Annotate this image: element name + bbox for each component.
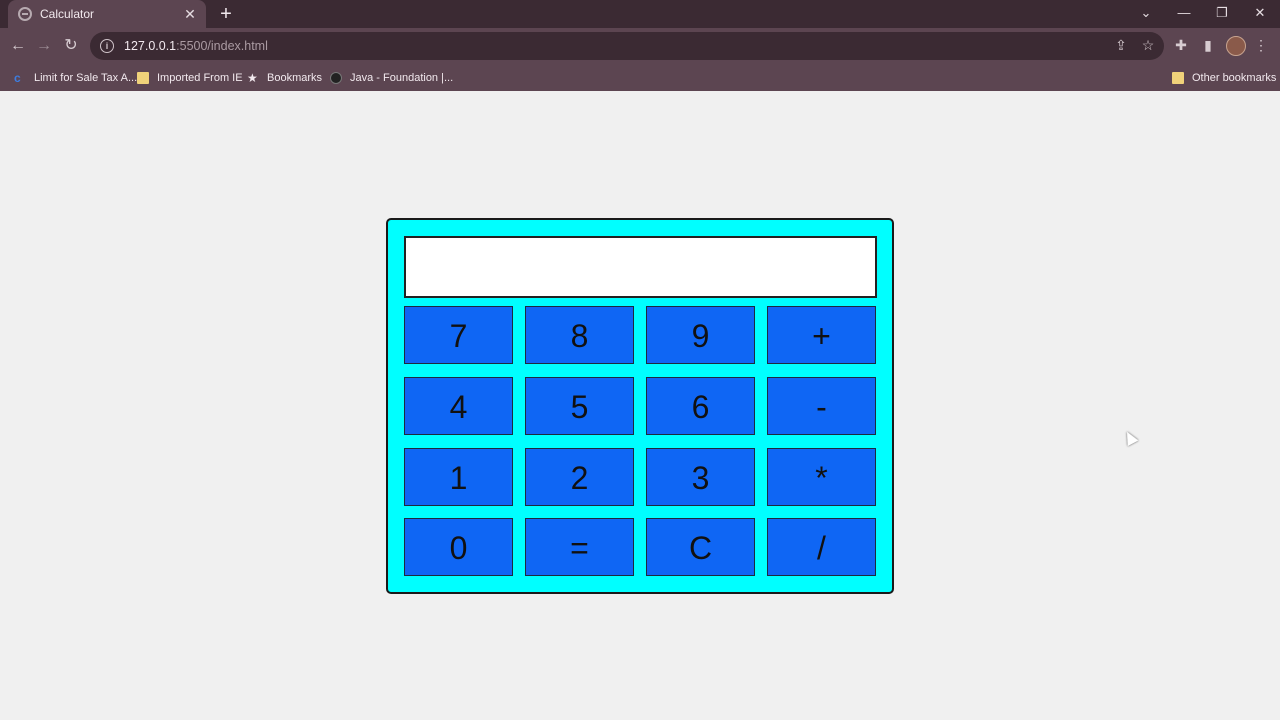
- url-path: :5500/index.html: [176, 39, 268, 53]
- restore-button[interactable]: ❐: [1202, 0, 1242, 28]
- bookmark-item[interactable]: Java - Foundation |...: [330, 64, 453, 91]
- bookmark-item[interactable]: c Limit for Sale Tax A...: [14, 64, 137, 91]
- folder-icon: [1172, 71, 1184, 84]
- new-tab-button[interactable]: +: [216, 3, 236, 25]
- address-bar[interactable]: i 127.0.0.1 :5500/index.html: [90, 32, 1164, 60]
- other-bookmarks[interactable]: Other bookmarks: [1172, 64, 1276, 91]
- page-viewport: 7 8 9 + 4 5 6 - 1 2 3 * 0 = C /: [0, 91, 1280, 720]
- globe-icon: [18, 7, 32, 21]
- tab-calculator[interactable]: Calculator ✕: [8, 0, 206, 28]
- bookmarks-bar: c Limit for Sale Tax A... Imported From …: [0, 64, 1280, 91]
- key-7[interactable]: 7: [404, 306, 513, 364]
- folder-icon: [137, 71, 149, 84]
- extensions-puzzle-icon[interactable]: ✚: [1170, 34, 1192, 56]
- tab-search-chevron-icon[interactable]: ⌄: [1126, 0, 1166, 28]
- site-info-icon[interactable]: i: [100, 39, 114, 53]
- close-window-button[interactable]: ✕: [1240, 0, 1280, 28]
- key-2[interactable]: 2: [525, 448, 634, 506]
- back-button[interactable]: ←: [6, 34, 30, 58]
- bookmark-item[interactable]: ★ Bookmarks: [247, 64, 322, 91]
- key-5[interactable]: 5: [525, 377, 634, 435]
- key-subtract[interactable]: -: [767, 377, 876, 435]
- bookmark-star-icon[interactable]: ☆: [1137, 34, 1159, 56]
- key-4[interactable]: 4: [404, 377, 513, 435]
- calculator-display[interactable]: [404, 236, 877, 298]
- share-icon[interactable]: ⇪: [1110, 34, 1132, 56]
- close-tab-icon[interactable]: ✕: [182, 6, 198, 23]
- minimize-button[interactable]: —: [1164, 0, 1204, 28]
- key-0[interactable]: 0: [404, 518, 513, 576]
- key-clear[interactable]: C: [646, 518, 755, 576]
- key-8[interactable]: 8: [525, 306, 634, 364]
- key-9[interactable]: 9: [646, 306, 755, 364]
- tab-title: Calculator: [40, 7, 95, 21]
- calculator: 7 8 9 + 4 5 6 - 1 2 3 * 0 = C /: [386, 218, 894, 594]
- key-3[interactable]: 3: [646, 448, 755, 506]
- key-add[interactable]: +: [767, 306, 876, 364]
- url-host: 127.0.0.1: [124, 39, 177, 53]
- tab-strip: Calculator ✕ + ⌄ — ❐ ✕: [0, 0, 1280, 28]
- reload-button[interactable]: ↻: [59, 34, 83, 58]
- globe-icon: [330, 71, 342, 84]
- key-equals[interactable]: =: [525, 518, 634, 576]
- browser-toolbar: ← → ↻ i 127.0.0.1 :5500/index.html ⇪ ☆ ✚…: [0, 28, 1280, 64]
- c-icon: c: [14, 70, 21, 85]
- key-6[interactable]: 6: [646, 377, 755, 435]
- forward-button[interactable]: →: [32, 34, 56, 58]
- key-divide[interactable]: /: [767, 518, 876, 576]
- key-multiply[interactable]: *: [767, 448, 876, 506]
- kebab-menu-icon[interactable]: ⋮: [1250, 34, 1272, 56]
- side-panel-icon[interactable]: ▮: [1197, 34, 1219, 56]
- key-1[interactable]: 1: [404, 448, 513, 506]
- profile-avatar[interactable]: [1226, 36, 1246, 56]
- star-icon: ★: [247, 70, 258, 85]
- bookmark-item[interactable]: Imported From IE: [137, 64, 243, 91]
